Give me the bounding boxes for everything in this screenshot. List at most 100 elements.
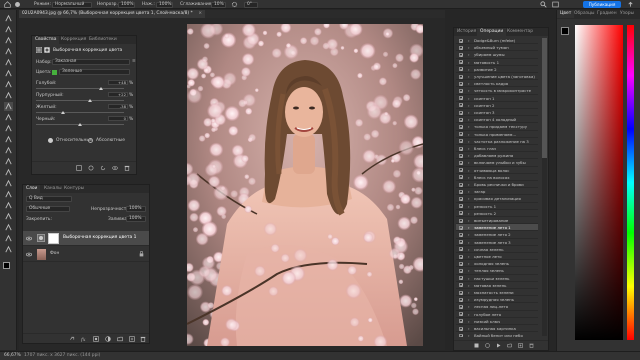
layer-mask-thumb[interactable] [48, 233, 59, 244]
publish-button[interactable]: Публикация [583, 1, 621, 8]
blend-mode-select[interactable]: Обычные [26, 206, 70, 212]
action-item[interactable]: › светлость кадра [456, 80, 538, 88]
checkbox[interactable] [459, 38, 463, 43]
expand-chevron-icon[interactable]: › [468, 59, 470, 65]
checkbox[interactable] [459, 45, 463, 50]
actions-scrollbar[interactable] [542, 38, 547, 336]
tab-properties[interactable]: Свойства [32, 36, 60, 44]
action-item[interactable]: › частотка разложение на 3 [456, 138, 538, 145]
action-item[interactable]: › низкий ключ [456, 318, 538, 325]
healing-brush-tool-icon[interactable] [4, 91, 13, 100]
action-item[interactable]: › только придаем текстуру [456, 123, 538, 131]
trash-icon[interactable] [140, 336, 146, 342]
expand-chevron-icon[interactable]: › [468, 217, 470, 223]
opacity-input[interactable]: 100% [118, 1, 135, 8]
expand-chevron-icon[interactable]: › [468, 275, 470, 281]
slider-value-input[interactable]: 0 [108, 116, 128, 121]
expand-chevron-icon[interactable]: › [468, 267, 470, 273]
expand-chevron-icon[interactable]: › [468, 138, 470, 144]
action-item[interactable]: › скинтон 3 [456, 109, 538, 117]
expand-chevron-icon[interactable]: › [468, 174, 470, 180]
absolute-radio[interactable] [88, 138, 93, 143]
type-tool-icon[interactable] [4, 190, 13, 199]
crop-tool-icon[interactable] [4, 58, 13, 67]
relative-radio[interactable] [48, 138, 53, 143]
foreground-color-swatch[interactable] [561, 27, 569, 35]
checkbox[interactable] [459, 333, 463, 337]
layer-filter-select[interactable]: Q Вид [26, 196, 72, 202]
mask-icon[interactable] [44, 47, 50, 53]
marquee-tool-icon[interactable] [4, 25, 13, 34]
checkbox[interactable] [459, 182, 463, 187]
action-item[interactable]: › объемный туман [456, 44, 538, 52]
checkbox[interactable] [459, 312, 463, 317]
smoothing-input[interactable]: 10% [211, 1, 226, 8]
clone-stamp-tool-icon[interactable] [4, 113, 13, 122]
preset-menu-icon[interactable]: ≡ [132, 59, 136, 64]
expand-chevron-icon[interactable]: › [468, 246, 470, 252]
tab-history[interactable]: История [454, 28, 479, 36]
folder-icon[interactable] [507, 343, 512, 348]
layer-row-adjustment[interactable]: Выборочная коррекция цвета 1 [23, 231, 149, 246]
action-item[interactable]: › заменение лето 3 [456, 239, 538, 246]
action-item[interactable]: › резкость 2 [456, 210, 538, 217]
checkbox[interactable] [459, 326, 463, 331]
action-item[interactable]: › отчиваюца волос [456, 167, 538, 174]
slider-value-input[interactable]: +22 [108, 92, 128, 97]
slider-track[interactable] [36, 100, 124, 101]
tab-comments[interactable]: Комментар [504, 28, 536, 36]
stop-icon[interactable] [474, 343, 479, 348]
checkbox[interactable] [459, 196, 463, 201]
expand-chevron-icon[interactable]: › [468, 296, 470, 302]
checkbox[interactable] [459, 211, 463, 216]
expand-chevron-icon[interactable]: › [468, 167, 470, 173]
document-image[interactable] [187, 24, 423, 346]
checkbox[interactable] [459, 60, 463, 65]
action-item[interactable]: › сочная зелень [456, 246, 538, 253]
action-item[interactable]: › четкость в микроконтрасте [456, 87, 538, 95]
tab-paths[interactable]: Контуры [61, 185, 87, 193]
checkbox[interactable] [459, 240, 463, 245]
checkbox[interactable] [459, 189, 463, 194]
brush-tool-icon[interactable] [4, 102, 13, 111]
expand-chevron-icon[interactable]: › [468, 231, 470, 237]
tab-actions[interactable]: Операции [477, 28, 507, 36]
foreground-color-chip[interactable] [3, 262, 10, 269]
action-item[interactable]: › только применяем... [456, 131, 538, 138]
action-item[interactable]: › включаем улыбки и зубы [456, 159, 538, 167]
action-item[interactable]: › матовость 1 [456, 59, 538, 66]
action-item[interactable]: › заменение лето 2 [456, 231, 538, 239]
slider-knob[interactable] [99, 87, 104, 90]
checkbox[interactable] [459, 110, 463, 115]
expand-chevron-icon[interactable]: › [468, 224, 470, 230]
path-select-tool-icon[interactable] [4, 201, 13, 210]
hue-slider[interactable] [627, 25, 634, 340]
action-item[interactable]: › Вайный бенит или небо [456, 332, 538, 337]
action-item[interactable]: › убираем шумы [456, 51, 538, 59]
action-item[interactable]: › развитие 2 [456, 66, 538, 73]
new-action-icon[interactable] [518, 343, 523, 348]
checkbox[interactable] [459, 175, 463, 180]
gradient-tool-icon[interactable] [4, 146, 13, 155]
preset-select[interactable]: Заказная [52, 59, 130, 65]
fx-icon[interactable]: fx [81, 336, 87, 342]
action-item[interactable]: › скинтон 2 [456, 102, 538, 109]
mode-select[interactable]: Нормальный [52, 1, 92, 8]
tab-adjustments[interactable]: Коррекция [58, 36, 89, 44]
settings-gear-icon[interactable] [231, 1, 238, 8]
color-field[interactable] [575, 25, 623, 340]
expand-chevron-icon[interactable]: › [468, 95, 470, 101]
checkbox[interactable] [459, 117, 463, 122]
eraser-tool-icon[interactable] [4, 135, 13, 144]
checkbox[interactable] [459, 218, 463, 223]
expand-chevron-icon[interactable]: › [468, 152, 470, 158]
brush-preset-icon[interactable] [14, 1, 21, 8]
expand-chevron-icon[interactable]: › [468, 195, 470, 201]
checkbox[interactable] [459, 232, 463, 237]
expand-chevron-icon[interactable]: › [468, 210, 470, 216]
checkbox[interactable] [459, 153, 463, 158]
eye-icon[interactable] [26, 252, 32, 257]
checkbox[interactable] [459, 225, 463, 230]
tab-gradients[interactable]: Градиен [594, 10, 620, 18]
action-item[interactable]: › блеск на волосах [456, 174, 538, 181]
